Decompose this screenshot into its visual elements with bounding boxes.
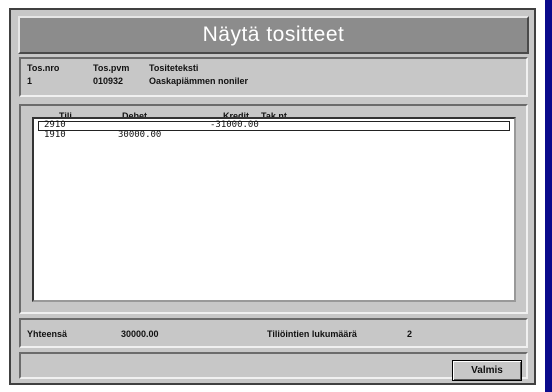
row-1-credit: -31000.00: [210, 120, 259, 130]
voucher-info-panel: Tos.nro 1 Tos.pvm 010932 Tositeteksti Oa…: [19, 57, 528, 97]
voucher-text-value: Oaskapiämmen noniler: [149, 76, 249, 86]
entry-count-label: Tiliöintien lukumäärä: [267, 329, 357, 339]
voucher-number-label: Tos.nro: [27, 63, 60, 73]
voucher-number-value: 1: [27, 76, 33, 86]
entry-count-value: 2: [407, 329, 413, 339]
table-row-selected[interactable]: [38, 121, 510, 131]
row-2-debit: 30000.00: [118, 130, 162, 140]
dialog-title-bar: Näytä tositteet: [18, 16, 529, 54]
entries-list[interactable]: 2910 -31000.00 1910 30000.00: [32, 117, 516, 302]
done-button[interactable]: Valmis: [452, 360, 522, 381]
row-1-account: 2910: [44, 120, 66, 130]
dialog-title: Näytä tositteet: [202, 23, 345, 46]
voucher-date-label: Tos.pvm: [93, 63, 130, 73]
total-label: Yhteensä: [27, 329, 68, 339]
summary-panel: Yhteensä 30000.00 Tiliöintien lukumäärä …: [19, 318, 528, 348]
voucher-date-value: 010932: [93, 76, 124, 86]
voucher-text-label: Tositeteksti: [149, 63, 199, 73]
window-edge: [545, 0, 552, 392]
total-value: 30000.00: [121, 329, 159, 339]
show-vouchers-dialog: Näytä tositteet Tos.nro 1 Tos.pvm 010932…: [9, 8, 536, 385]
row-2-account: 1910: [44, 130, 66, 140]
